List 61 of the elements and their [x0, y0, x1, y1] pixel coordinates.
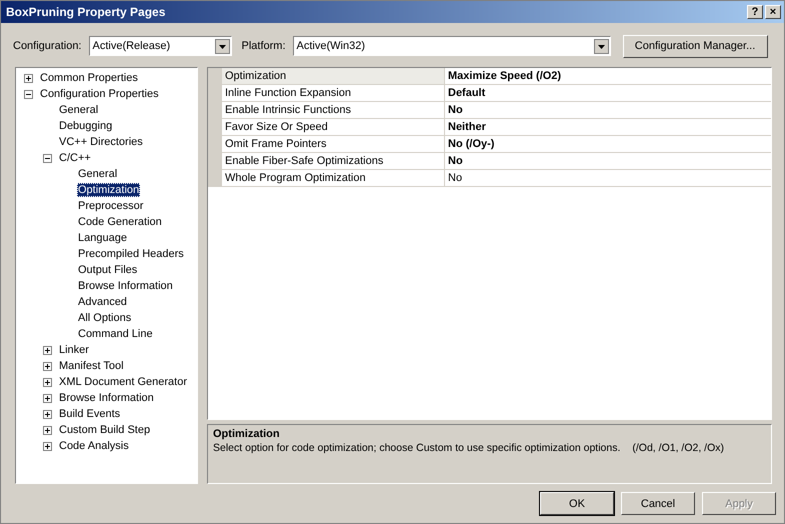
property-name[interactable]: Favor Size Or Speed [222, 119, 445, 136]
expander-icon[interactable] [43, 362, 52, 370]
tree-item[interactable]: Debugging [58, 119, 114, 133]
property-value[interactable]: No [445, 170, 771, 187]
property-name[interactable]: Inline Function Expansion [222, 85, 445, 102]
tree-item[interactable]: Code Generation [77, 215, 163, 229]
expander-icon[interactable] [24, 74, 33, 82]
expander-icon[interactable] [43, 410, 52, 418]
tree-item[interactable]: XML Document Generator [58, 375, 188, 389]
description-title: Optimization [213, 428, 281, 440]
window-title: BoxPruning Property Pages [6, 5, 166, 19]
tree-item[interactable]: VC++ Directories [58, 135, 144, 149]
property-value[interactable]: Maximize Speed (/O2) [445, 68, 771, 85]
configuration-dropdown[interactable]: Active(Release) [88, 36, 232, 56]
tree-item[interactable]: Build Events [58, 407, 122, 421]
expander-icon[interactable] [43, 154, 52, 162]
tree-item[interactable]: Custom Build Step [58, 423, 152, 437]
help-button[interactable]: ? [747, 5, 763, 19]
tree-item[interactable]: Configuration Properties [39, 87, 160, 101]
tree-item[interactable]: Advanced [77, 295, 128, 309]
tree-item[interactable]: Code Analysis [58, 439, 130, 453]
platform-label: Platform: [242, 40, 286, 52]
expander-icon[interactable] [43, 346, 52, 354]
expander-icon[interactable] [43, 378, 52, 386]
expander-icon[interactable] [43, 394, 52, 402]
tree-item[interactable]: Output Files [77, 263, 138, 277]
property-name[interactable]: Omit Frame Pointers [222, 136, 445, 153]
tree-item[interactable]: Preprocessor [77, 199, 144, 213]
tree-item[interactable]: General [58, 103, 100, 117]
property-value[interactable]: No [445, 102, 771, 119]
dialog-button[interactable]: OK [540, 492, 614, 515]
property-value[interactable]: Default [445, 85, 771, 102]
platform-dropdown[interactable]: Active(Win32) [292, 36, 611, 56]
close-button[interactable]: × [765, 5, 781, 19]
tree-item[interactable]: Browse Information [58, 391, 155, 405]
property-name[interactable]: Optimization [222, 68, 445, 85]
expander-icon[interactable] [43, 426, 52, 434]
expander-icon[interactable] [24, 90, 33, 98]
configuration-label: Configuration: [13, 40, 82, 52]
property-name[interactable]: Enable Fiber-Safe Optimizations [222, 153, 445, 170]
tree-item[interactable]: C/C++ [58, 151, 92, 165]
description-switches: (/Od, /O1, /O2, /Ox) [632, 442, 724, 454]
tree-item[interactable]: Optimization [77, 183, 140, 197]
tree-item[interactable]: Manifest Tool [58, 359, 125, 373]
tree-item[interactable]: Browse Information [77, 279, 174, 293]
configuration-manager-button[interactable]: Configuration Manager... [622, 34, 768, 58]
property-value[interactable]: Neither [445, 119, 771, 136]
tree-item[interactable]: General [77, 167, 118, 181]
property-name[interactable]: Enable Intrinsic Functions [222, 102, 445, 119]
description-text: Select option for code optimization; choose Custom to use specific optimization options. [213, 442, 620, 454]
tree-item[interactable]: Language [77, 231, 128, 245]
tree-item[interactable]: Precompiled Headers [77, 247, 185, 261]
tree-item[interactable]: Command Line [77, 327, 154, 341]
dialog-button[interactable]: Cancel [621, 492, 695, 515]
tree-item[interactable]: Common Properties [39, 71, 139, 85]
property-value[interactable]: No [445, 153, 771, 170]
property-name[interactable]: Whole Program Optimization [222, 170, 445, 187]
tree-item[interactable]: Linker [58, 343, 90, 357]
property-value[interactable]: No (/Oy-) [445, 136, 771, 153]
expander-icon[interactable] [43, 442, 52, 450]
tree-item[interactable]: All Options [77, 311, 132, 325]
